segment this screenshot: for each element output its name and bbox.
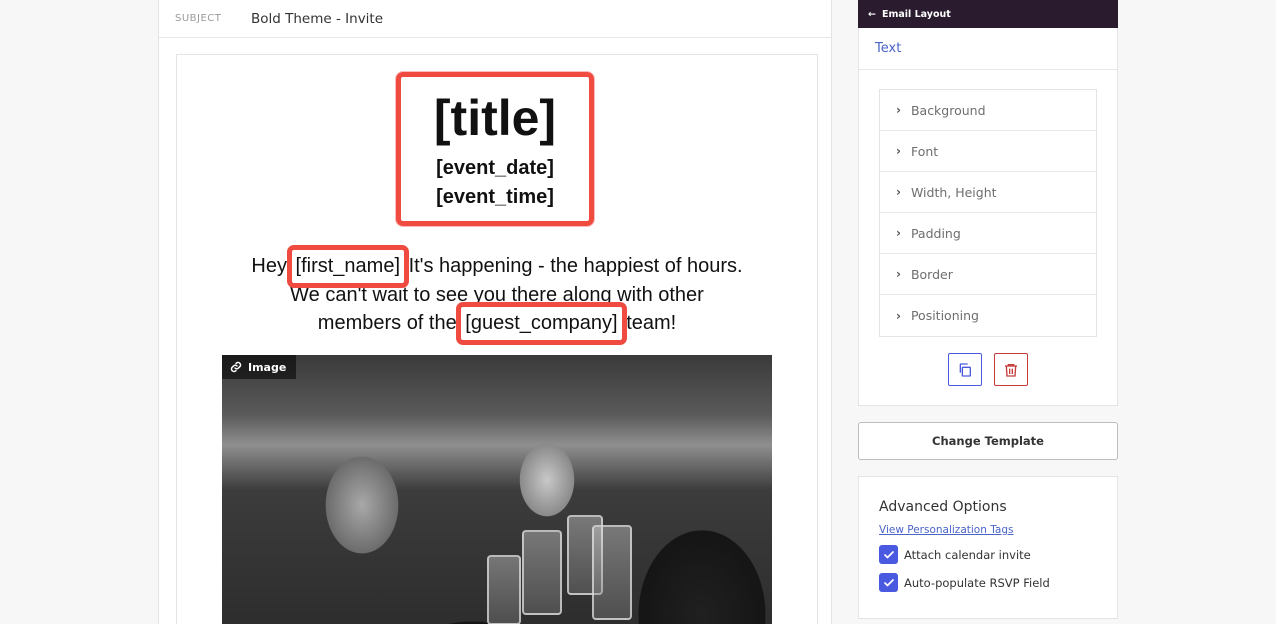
chevron-right-icon: › (896, 308, 901, 323)
chevron-right-icon: › (896, 103, 901, 117)
trash-icon (1005, 363, 1017, 377)
property-label: Border (910, 266, 953, 282)
property-label: Background (910, 102, 986, 118)
event-time-placeholder: [event_time] (436, 186, 554, 208)
chevron-right-icon: › (896, 226, 901, 240)
email-body-text[interactable]: Hey [first_name] It's happening - the ha… (177, 245, 817, 344)
subject-row[interactable]: SUBJECT Bold Theme - Invite (159, 0, 831, 38)
change-template-button[interactable]: Change Template (858, 422, 1118, 460)
link-icon (230, 361, 242, 373)
view-personalization-tags-link[interactable]: View Personalization Tags (879, 524, 1097, 536)
property-label: Font (910, 143, 939, 159)
property-width-height[interactable]: › Width, Height (880, 172, 1096, 213)
copy-icon (959, 362, 971, 377)
chevron-right-icon: › (896, 144, 901, 158)
guest-company-tag[interactable]: [guest_company] (456, 302, 627, 344)
attach-calendar-option[interactable]: Attach calendar invite (879, 545, 1097, 564)
tab-text-label: Text (875, 41, 902, 56)
subject-value[interactable]: Bold Theme - Invite (251, 11, 383, 27)
property-font[interactable]: › Font (880, 131, 1096, 172)
chevron-right-icon: › (896, 185, 901, 199)
property-positioning[interactable]: › Positioning (880, 295, 1096, 336)
tab-text[interactable]: Text (859, 28, 1117, 70)
glass-shape (592, 525, 632, 620)
body-line-3-end: team! (626, 312, 677, 334)
advanced-options: Advanced Options View Personalization Ta… (858, 476, 1118, 619)
delete-button[interactable] (994, 353, 1028, 386)
email-canvas: [title] [event_date] [event_time] Hey [f… (176, 54, 818, 624)
chevron-right-icon: › (896, 267, 901, 281)
header-title: Email Layout (881, 8, 951, 20)
back-to-email-layout[interactable]: ← Email Layout (858, 0, 1118, 28)
event-date-placeholder: [event_date] (436, 157, 554, 179)
properties-card: Text › Background › Font › Width, Height… (858, 28, 1118, 406)
body-greeting: Hey (251, 255, 287, 277)
body-line-1: It's happening - the happiest of hours. (408, 255, 743, 277)
body-line-3: members of the (317, 312, 457, 334)
auto-populate-rsvp-option[interactable]: Auto-populate RSVP Field (879, 573, 1097, 592)
first-name-tag[interactable]: [first_name] (286, 245, 410, 287)
property-label: Width, Height (910, 184, 997, 200)
check-icon (883, 550, 894, 558)
property-list: › Background › Font › Width, Height › Pa… (879, 89, 1097, 337)
property-label: Padding (910, 225, 961, 241)
attach-calendar-label: Attach calendar invite (904, 547, 1031, 562)
glass-shape (487, 555, 521, 624)
attach-calendar-checkbox[interactable] (879, 545, 898, 564)
image-badge[interactable]: Image (222, 355, 297, 379)
check-icon (883, 578, 894, 586)
title-block[interactable]: [title] [event_date] [event_time] (396, 72, 594, 226)
duplicate-button[interactable] (948, 353, 982, 386)
property-padding[interactable]: › Padding (880, 213, 1096, 254)
subject-label: SUBJECT (175, 13, 222, 24)
image-block[interactable]: Image (222, 355, 772, 624)
auto-populate-rsvp-label: Auto-populate RSVP Field (904, 575, 1050, 590)
properties-panel: ← Email Layout Text › Background › Font … (858, 0, 1118, 619)
block-actions (859, 353, 1117, 386)
image-badge-label: Image (248, 360, 287, 374)
property-border[interactable]: › Border (880, 254, 1096, 295)
property-background[interactable]: › Background (880, 90, 1096, 131)
property-label: Positioning (910, 308, 979, 323)
glass-shape (522, 530, 562, 615)
title-placeholder: [title] (433, 90, 557, 146)
arrow-left-icon: ← (868, 8, 876, 20)
email-editor: SUBJECT Bold Theme - Invite [title] [eve… (158, 0, 832, 624)
advanced-options-title: Advanced Options (879, 499, 1007, 515)
auto-populate-rsvp-checkbox[interactable] (879, 573, 898, 592)
